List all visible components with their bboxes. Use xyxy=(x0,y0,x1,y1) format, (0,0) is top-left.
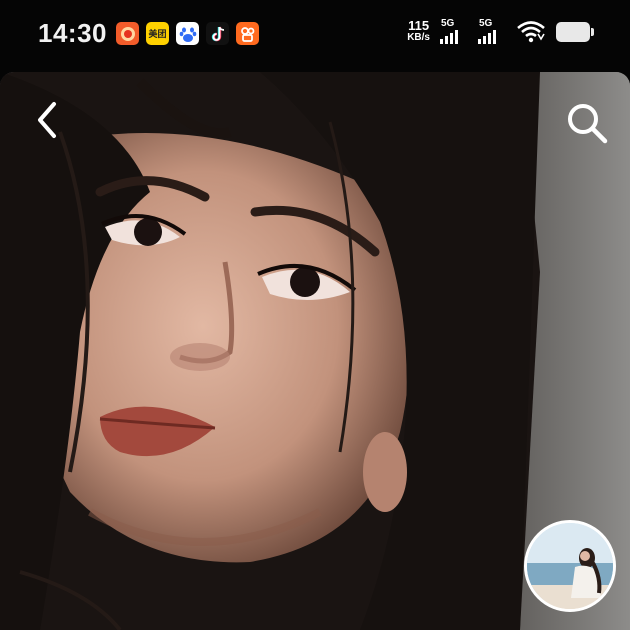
signal-2-label: 5G xyxy=(479,18,493,29)
beach-avatar-image xyxy=(527,523,613,609)
battery-icon xyxy=(556,22,594,42)
signal-1-icon: 5G xyxy=(440,18,468,46)
network-speed-value: 115 xyxy=(408,18,430,33)
chevron-left-icon xyxy=(38,102,56,138)
network-speed-unit: KB/s xyxy=(407,32,430,43)
back-button[interactable] xyxy=(30,100,66,140)
search-button[interactable] xyxy=(562,98,610,146)
avatar-thumbnail[interactable] xyxy=(524,520,616,612)
kuaishou-icon xyxy=(236,22,259,45)
status-indicators: 115 KB/s 5G 5G xyxy=(407,18,594,46)
meituan-icon: 美团 xyxy=(146,22,169,45)
notification-app-icons: 美团 xyxy=(116,22,259,45)
wifi-icon xyxy=(517,21,545,43)
signal-1-label: 5G xyxy=(441,18,455,29)
search-icon xyxy=(568,104,608,144)
signal-2-icon: 5G xyxy=(478,18,506,46)
orange-app-icon xyxy=(116,22,139,45)
status-time: 14:30 xyxy=(38,18,107,48)
tiktok-icon xyxy=(206,22,229,45)
network-speed: 115 KB/s xyxy=(407,18,430,44)
baidu-icon xyxy=(176,22,199,45)
status-bar: 14:30 美团 115 KB/s 5G 5G xyxy=(0,0,630,70)
meituan-icon-label: 美团 xyxy=(148,29,167,39)
